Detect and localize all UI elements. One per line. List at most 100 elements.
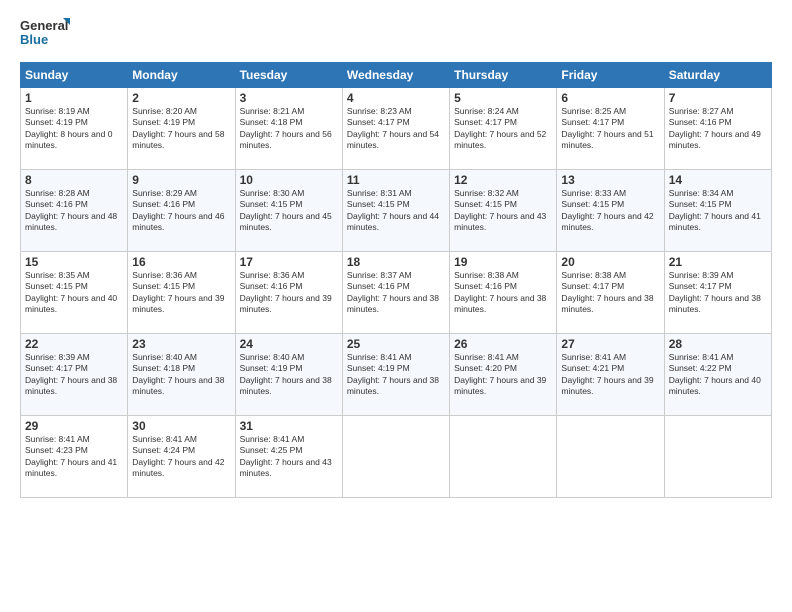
daylight: Daylight: 7 hours and 54 minutes. — [347, 129, 439, 150]
calendar-cell: 23 Sunrise: 8:40 AM Sunset: 4:18 PM Dayl… — [128, 334, 235, 416]
cell-info: Sunrise: 8:41 AM Sunset: 4:20 PM Dayligh… — [454, 352, 552, 398]
cell-info: Sunrise: 8:38 AM Sunset: 4:16 PM Dayligh… — [454, 270, 552, 316]
calendar-cell — [557, 416, 664, 498]
sunrise: Sunrise: 8:41 AM — [454, 352, 519, 362]
calendar-cell: 19 Sunrise: 8:38 AM Sunset: 4:16 PM Dayl… — [450, 252, 557, 334]
sunset: Sunset: 4:20 PM — [454, 363, 517, 373]
calendar-cell: 1 Sunrise: 8:19 AM Sunset: 4:19 PM Dayli… — [21, 88, 128, 170]
sunrise: Sunrise: 8:32 AM — [454, 188, 519, 198]
sunset: Sunset: 4:17 PM — [347, 117, 410, 127]
day-number: 21 — [669, 255, 767, 269]
sunrise: Sunrise: 8:33 AM — [561, 188, 626, 198]
cell-info: Sunrise: 8:41 AM Sunset: 4:25 PM Dayligh… — [240, 434, 338, 480]
daylight: Daylight: 7 hours and 58 minutes. — [132, 129, 224, 150]
sunset: Sunset: 4:23 PM — [25, 445, 88, 455]
daylight: Daylight: 7 hours and 52 minutes. — [454, 129, 546, 150]
week-row-5: 29 Sunrise: 8:41 AM Sunset: 4:23 PM Dayl… — [21, 416, 772, 498]
sunrise: Sunrise: 8:21 AM — [240, 106, 305, 116]
cell-info: Sunrise: 8:37 AM Sunset: 4:16 PM Dayligh… — [347, 270, 445, 316]
day-number: 26 — [454, 337, 552, 351]
cell-info: Sunrise: 8:41 AM Sunset: 4:24 PM Dayligh… — [132, 434, 230, 480]
col-header-wednesday: Wednesday — [342, 63, 449, 88]
header: General Blue — [20, 16, 772, 52]
daylight: Daylight: 7 hours and 40 minutes. — [25, 293, 117, 314]
cell-info: Sunrise: 8:38 AM Sunset: 4:17 PM Dayligh… — [561, 270, 659, 316]
sunrise: Sunrise: 8:39 AM — [669, 270, 734, 280]
sunset: Sunset: 4:16 PM — [669, 117, 732, 127]
daylight: Daylight: 7 hours and 38 minutes. — [454, 293, 546, 314]
cell-info: Sunrise: 8:36 AM Sunset: 4:16 PM Dayligh… — [240, 270, 338, 316]
daylight: Daylight: 7 hours and 48 minutes. — [25, 211, 117, 232]
col-header-tuesday: Tuesday — [235, 63, 342, 88]
cell-info: Sunrise: 8:27 AM Sunset: 4:16 PM Dayligh… — [669, 106, 767, 152]
day-number: 22 — [25, 337, 123, 351]
cell-info: Sunrise: 8:24 AM Sunset: 4:17 PM Dayligh… — [454, 106, 552, 152]
day-number: 24 — [240, 337, 338, 351]
sunrise: Sunrise: 8:39 AM — [25, 352, 90, 362]
day-number: 11 — [347, 173, 445, 187]
sunrise: Sunrise: 8:30 AM — [240, 188, 305, 198]
calendar-cell: 18 Sunrise: 8:37 AM Sunset: 4:16 PM Dayl… — [342, 252, 449, 334]
cell-info: Sunrise: 8:29 AM Sunset: 4:16 PM Dayligh… — [132, 188, 230, 234]
week-row-4: 22 Sunrise: 8:39 AM Sunset: 4:17 PM Dayl… — [21, 334, 772, 416]
day-number: 17 — [240, 255, 338, 269]
sunset: Sunset: 4:15 PM — [132, 281, 195, 291]
sunset: Sunset: 4:16 PM — [25, 199, 88, 209]
cell-info: Sunrise: 8:41 AM Sunset: 4:19 PM Dayligh… — [347, 352, 445, 398]
daylight: Daylight: 7 hours and 43 minutes. — [240, 457, 332, 478]
col-header-friday: Friday — [557, 63, 664, 88]
daylight: Daylight: 7 hours and 51 minutes. — [561, 129, 653, 150]
daylight: Daylight: 7 hours and 39 minutes. — [454, 375, 546, 396]
calendar-cell: 20 Sunrise: 8:38 AM Sunset: 4:17 PM Dayl… — [557, 252, 664, 334]
calendar-cell: 29 Sunrise: 8:41 AM Sunset: 4:23 PM Dayl… — [21, 416, 128, 498]
calendar-cell: 27 Sunrise: 8:41 AM Sunset: 4:21 PM Dayl… — [557, 334, 664, 416]
calendar-cell: 22 Sunrise: 8:39 AM Sunset: 4:17 PM Dayl… — [21, 334, 128, 416]
day-number: 13 — [561, 173, 659, 187]
calendar-cell: 21 Sunrise: 8:39 AM Sunset: 4:17 PM Dayl… — [664, 252, 771, 334]
day-number: 19 — [454, 255, 552, 269]
calendar-cell — [450, 416, 557, 498]
calendar-cell: 10 Sunrise: 8:30 AM Sunset: 4:15 PM Dayl… — [235, 170, 342, 252]
day-number: 15 — [25, 255, 123, 269]
sunrise: Sunrise: 8:40 AM — [240, 352, 305, 362]
daylight: Daylight: 7 hours and 39 minutes. — [561, 375, 653, 396]
calendar-cell: 11 Sunrise: 8:31 AM Sunset: 4:15 PM Dayl… — [342, 170, 449, 252]
day-number: 23 — [132, 337, 230, 351]
day-number: 16 — [132, 255, 230, 269]
cell-info: Sunrise: 8:32 AM Sunset: 4:15 PM Dayligh… — [454, 188, 552, 234]
calendar-cell: 14 Sunrise: 8:34 AM Sunset: 4:15 PM Dayl… — [664, 170, 771, 252]
cell-info: Sunrise: 8:31 AM Sunset: 4:15 PM Dayligh… — [347, 188, 445, 234]
daylight: Daylight: 8 hours and 0 minutes. — [25, 129, 112, 150]
cell-info: Sunrise: 8:36 AM Sunset: 4:15 PM Dayligh… — [132, 270, 230, 316]
col-header-sunday: Sunday — [21, 63, 128, 88]
sunrise: Sunrise: 8:41 AM — [240, 434, 305, 444]
cell-info: Sunrise: 8:39 AM Sunset: 4:17 PM Dayligh… — [25, 352, 123, 398]
day-number: 31 — [240, 419, 338, 433]
daylight: Daylight: 7 hours and 38 minutes. — [561, 293, 653, 314]
week-row-1: 1 Sunrise: 8:19 AM Sunset: 4:19 PM Dayli… — [21, 88, 772, 170]
daylight: Daylight: 7 hours and 46 minutes. — [132, 211, 224, 232]
daylight: Daylight: 7 hours and 39 minutes. — [132, 293, 224, 314]
day-number: 4 — [347, 91, 445, 105]
calendar-cell: 24 Sunrise: 8:40 AM Sunset: 4:19 PM Dayl… — [235, 334, 342, 416]
col-header-saturday: Saturday — [664, 63, 771, 88]
calendar-cell: 7 Sunrise: 8:27 AM Sunset: 4:16 PM Dayli… — [664, 88, 771, 170]
sunrise: Sunrise: 8:27 AM — [669, 106, 734, 116]
cell-info: Sunrise: 8:25 AM Sunset: 4:17 PM Dayligh… — [561, 106, 659, 152]
sunrise: Sunrise: 8:31 AM — [347, 188, 412, 198]
daylight: Daylight: 7 hours and 45 minutes. — [240, 211, 332, 232]
day-number: 29 — [25, 419, 123, 433]
sunrise: Sunrise: 8:20 AM — [132, 106, 197, 116]
sunset: Sunset: 4:21 PM — [561, 363, 624, 373]
sunset: Sunset: 4:15 PM — [347, 199, 410, 209]
sunset: Sunset: 4:15 PM — [240, 199, 303, 209]
cell-info: Sunrise: 8:39 AM Sunset: 4:17 PM Dayligh… — [669, 270, 767, 316]
sunset: Sunset: 4:25 PM — [240, 445, 303, 455]
sunset: Sunset: 4:18 PM — [240, 117, 303, 127]
sunset: Sunset: 4:16 PM — [454, 281, 517, 291]
day-number: 25 — [347, 337, 445, 351]
calendar-cell: 28 Sunrise: 8:41 AM Sunset: 4:22 PM Dayl… — [664, 334, 771, 416]
day-number: 8 — [25, 173, 123, 187]
cell-info: Sunrise: 8:41 AM Sunset: 4:21 PM Dayligh… — [561, 352, 659, 398]
sunrise: Sunrise: 8:37 AM — [347, 270, 412, 280]
